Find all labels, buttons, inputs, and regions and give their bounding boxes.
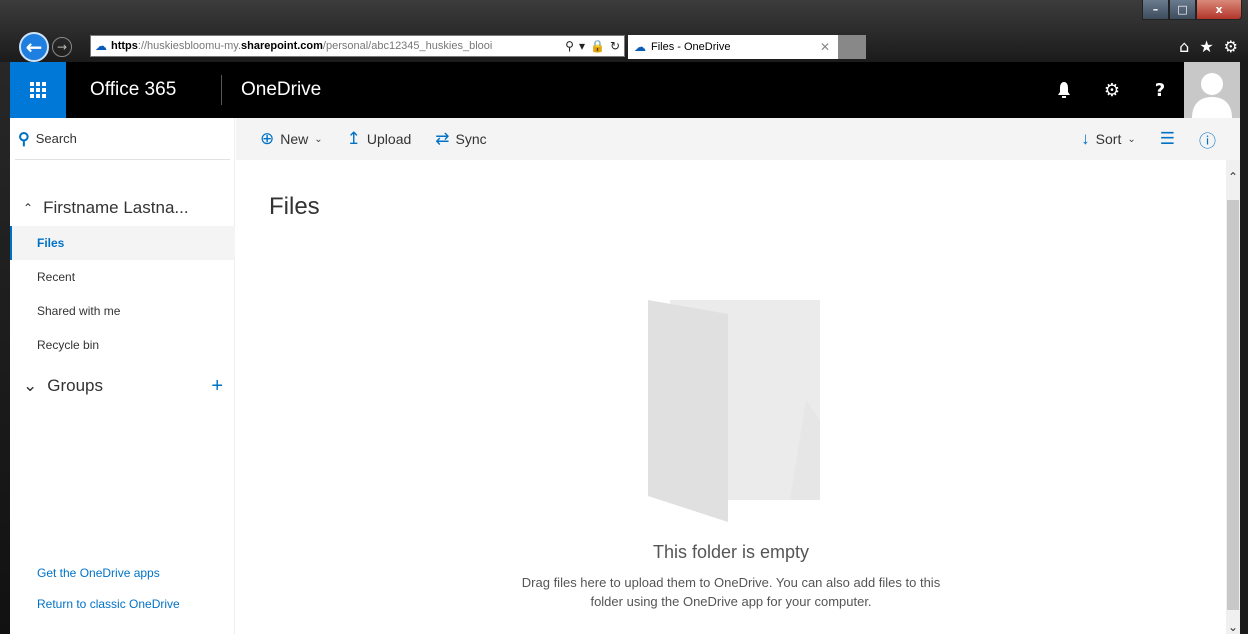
command-bar: ⊕ New ⌄ ↥ Upload ⇄ Sync ↓ Sort ⌄ ☰ ⓘ [236, 118, 1240, 160]
window-controls: – □ x [1142, 0, 1242, 22]
window-border [1240, 62, 1248, 634]
close-tab-icon[interactable]: ✕ [820, 40, 830, 54]
nav-item-shared[interactable]: Shared with me [10, 294, 235, 328]
add-group-icon[interactable]: + [211, 375, 223, 398]
upload-arrow-icon: ↥ [346, 129, 361, 148]
browser-toolbar-icons: ⌂ ★ ⚙ [1179, 37, 1238, 56]
groups-section-header[interactable]: ⌄ Groups + [23, 375, 223, 398]
onedrive-cloud-icon: ☁ [95, 39, 107, 53]
url-host: sharepoint.com [241, 40, 323, 52]
back-button[interactable]: ← [19, 32, 49, 62]
office365-brand[interactable]: Office 365 [90, 62, 176, 118]
help-icon[interactable]: ? [1136, 62, 1184, 118]
empty-folder-description: Drag files here to upload them to OneDri… [521, 575, 941, 609]
user-name: Firstname Lastna... [43, 198, 189, 217]
home-icon[interactable]: ⌂ [1179, 37, 1189, 56]
new-label: New [280, 131, 309, 147]
upload-button[interactable]: ↥ Upload [347, 129, 412, 149]
vertical-scrollbar[interactable]: ⌃ ⌄ [1226, 160, 1240, 634]
sync-button[interactable]: ⇄ Sync [435, 129, 486, 149]
user-section-header[interactable]: ⌃ Firstname Lastna... [23, 198, 189, 218]
sort-icon: ↓ [1081, 129, 1090, 148]
avatar[interactable] [1184, 62, 1240, 118]
settings-gear-icon[interactable]: ⚙ [1088, 62, 1136, 118]
url-scheme: https [111, 40, 138, 52]
get-apps-link[interactable]: Get the OneDrive apps [37, 566, 180, 597]
url-path: /personal/abc12345_huskies_blooi [322, 40, 493, 52]
content-area: ⚲ Search ⌃ Firstname Lastna... Files Rec… [10, 118, 1240, 634]
notifications-bell-icon[interactable] [1040, 62, 1088, 118]
empty-folder-title: This folder is empty [652, 542, 810, 562]
sort-button[interactable]: ↓ Sort ⌄ [1081, 129, 1136, 149]
nav-footer-links: Get the OneDrive apps Return to classic … [37, 566, 180, 628]
forward-arrow-icon: → [56, 40, 68, 54]
command-bar-right: ↓ Sort ⌄ ☰ ⓘ [1081, 118, 1240, 160]
chevron-down-icon: ⌄ [1127, 133, 1136, 145]
minimize-button[interactable]: – [1142, 0, 1169, 20]
groups-label: Groups [47, 376, 103, 395]
search-box[interactable]: ⚲ Search [15, 118, 230, 160]
scrollbar-thumb[interactable] [1227, 200, 1239, 610]
plus-circle-icon: ⊕ [260, 129, 275, 148]
sort-label: Sort [1095, 131, 1122, 147]
favorites-star-icon[interactable]: ★ [1199, 37, 1213, 56]
sync-icon: ⇄ [435, 129, 450, 148]
suite-bar: Office 365 OneDrive ⚙ ? [10, 62, 1240, 118]
tab-title: Files - OneDrive [651, 41, 731, 53]
new-tab-button[interactable] [838, 35, 866, 59]
main-pane: Files This folder is empty Drag files he… [236, 160, 1226, 634]
suite-divider [221, 75, 222, 105]
dropdown-icon[interactable]: ▾ [579, 39, 585, 53]
sync-label: Sync [455, 131, 487, 147]
left-navigation: ⚲ Search ⌃ Firstname Lastna... Files Rec… [10, 118, 235, 634]
maximize-button[interactable]: □ [1169, 0, 1196, 20]
info-icon[interactable]: ⓘ [1199, 127, 1216, 152]
nav-item-recycle-bin[interactable]: Recycle bin [10, 328, 235, 362]
empty-folder-illustration [648, 300, 820, 522]
lock-icon[interactable]: 🔒 [590, 39, 605, 53]
nav-list: Files Recent Shared with me Recycle bin [10, 226, 235, 362]
search-icon[interactable]: ⚲ [565, 39, 574, 53]
browser-tab[interactable]: ☁ Files - OneDrive ✕ [628, 35, 838, 59]
waffle-icon [30, 82, 46, 98]
browser-window: – □ x ← → ☁ https ://huskiesbloomu-my. s… [0, 0, 1248, 634]
new-button[interactable]: ⊕ New ⌄ [260, 129, 323, 149]
browser-chrome: – □ x ← → ☁ https ://huskiesbloomu-my. s… [0, 0, 1248, 62]
page-title: Files [269, 193, 320, 220]
search-label: Search [35, 131, 77, 146]
chevron-down-icon: ⌄ [23, 376, 38, 395]
url-subdomain: ://huskiesbloomu-my. [137, 40, 241, 52]
chevron-up-icon: ⌃ [23, 201, 34, 215]
scroll-up-icon[interactable]: ⌃ [1226, 170, 1240, 184]
chevron-down-icon: ⌄ [314, 133, 323, 145]
settings-gear-icon[interactable]: ⚙ [1224, 37, 1238, 56]
app-title[interactable]: OneDrive [241, 62, 321, 118]
classic-onedrive-link[interactable]: Return to classic OneDrive [37, 597, 180, 628]
nav-item-recent[interactable]: Recent [10, 260, 235, 294]
back-arrow-icon: ← [25, 35, 43, 59]
close-window-button[interactable]: x [1196, 0, 1242, 20]
app-launcher-button[interactable] [10, 62, 66, 118]
list-view-icon[interactable]: ☰ [1160, 129, 1175, 149]
address-bar-icons: ⚲ ▾ 🔒 ↻ [561, 36, 624, 56]
suite-icons: ⚙ ? [1040, 62, 1240, 118]
nav-item-files[interactable]: Files [10, 226, 235, 260]
upload-label: Upload [366, 131, 412, 147]
refresh-icon[interactable]: ↻ [610, 39, 620, 53]
search-icon: ⚲ [18, 130, 30, 148]
address-bar[interactable]: ☁ https ://huskiesbloomu-my. sharepoint.… [90, 35, 625, 57]
forward-button[interactable]: → [52, 37, 72, 57]
onedrive-cloud-icon: ☁ [634, 40, 646, 54]
scroll-down-icon[interactable]: ⌄ [1226, 620, 1240, 634]
